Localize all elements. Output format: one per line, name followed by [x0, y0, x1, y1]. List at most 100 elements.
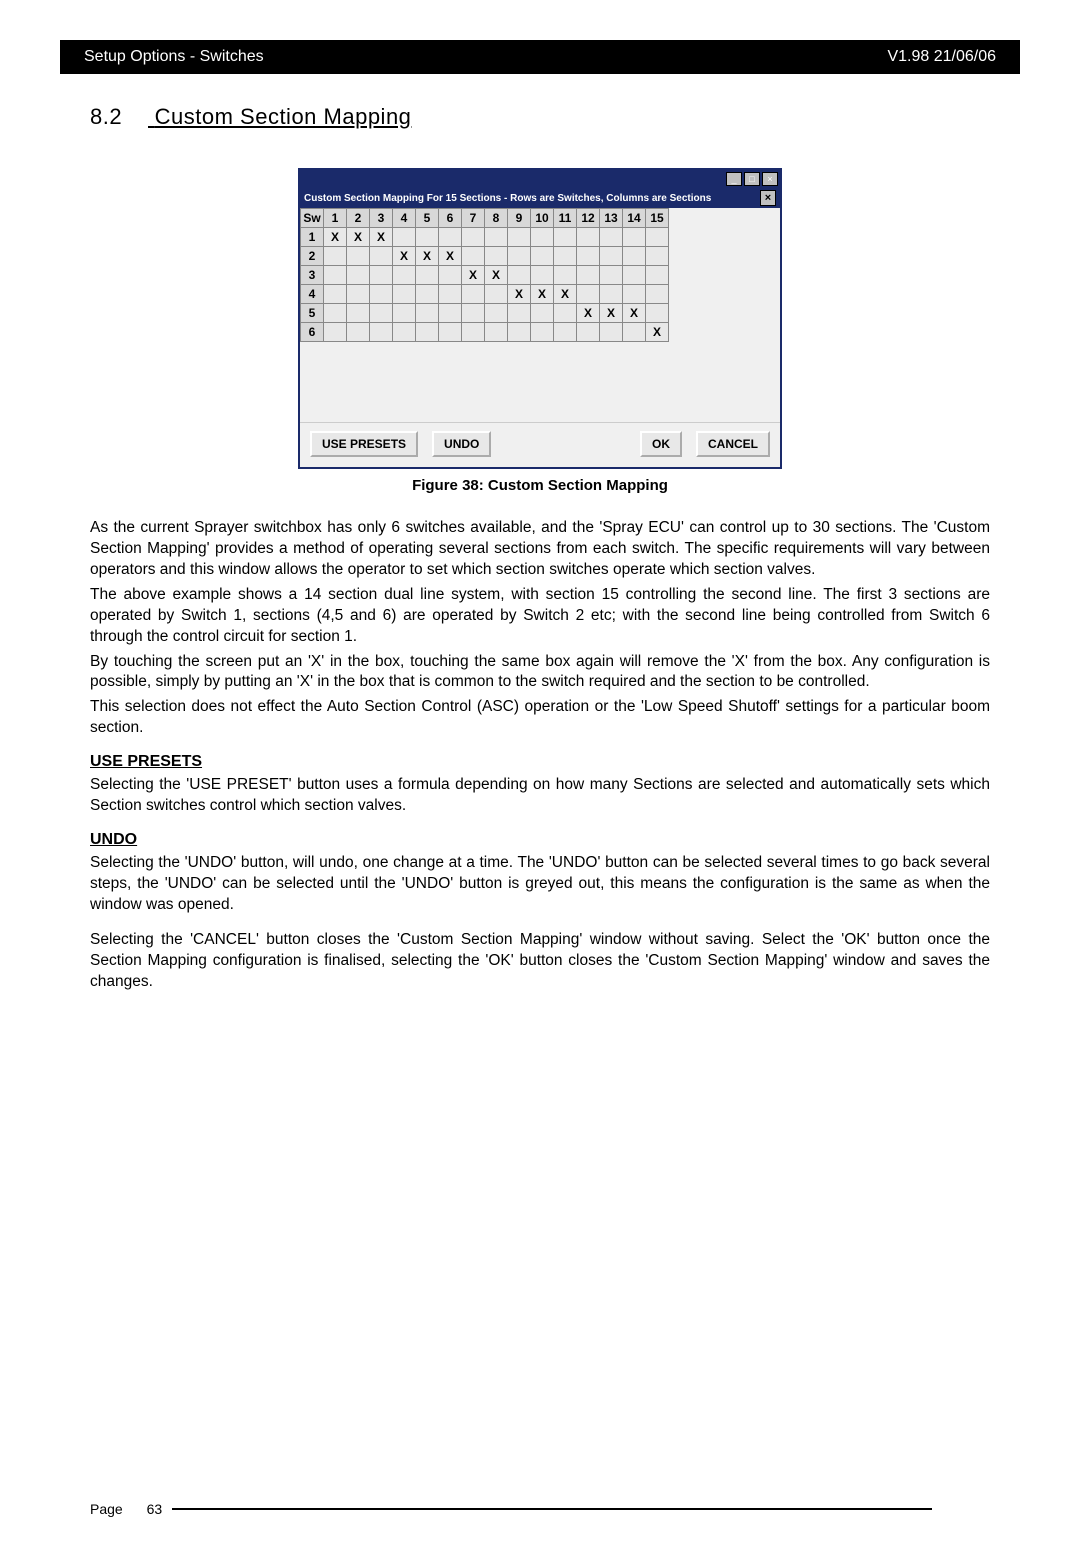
mapping-cell[interactable] [646, 285, 669, 304]
col-header: 9 [508, 209, 531, 228]
dialog-close-icon[interactable]: × [760, 190, 776, 206]
mapping-cell[interactable] [462, 285, 485, 304]
mapping-cell[interactable] [623, 228, 646, 247]
mapping-cell[interactable] [416, 323, 439, 342]
mapping-cell[interactable] [531, 323, 554, 342]
mapping-cell[interactable] [370, 247, 393, 266]
mapping-cell[interactable] [600, 247, 623, 266]
mapping-cell[interactable] [416, 285, 439, 304]
mapping-cell[interactable] [324, 304, 347, 323]
mapping-cell[interactable] [646, 228, 669, 247]
mapping-cell[interactable] [393, 285, 416, 304]
mapping-cell[interactable] [485, 304, 508, 323]
cancel-button[interactable]: CANCEL [696, 431, 770, 457]
mapping-cell[interactable] [439, 323, 462, 342]
mapping-cell[interactable] [347, 323, 370, 342]
mapping-cell[interactable] [623, 266, 646, 285]
mapping-cell[interactable] [462, 228, 485, 247]
mapping-cell[interactable] [646, 266, 669, 285]
mapping-cell[interactable] [416, 266, 439, 285]
mapping-cell[interactable] [347, 247, 370, 266]
mapping-cell[interactable] [531, 247, 554, 266]
mapping-cell[interactable] [462, 323, 485, 342]
mapping-cell[interactable] [347, 285, 370, 304]
mapping-cell[interactable] [393, 228, 416, 247]
mapping-cell[interactable] [324, 285, 347, 304]
mapping-cell[interactable] [370, 304, 393, 323]
mapping-cell[interactable] [600, 323, 623, 342]
mapping-cell[interactable] [646, 247, 669, 266]
mapping-cell[interactable] [577, 247, 600, 266]
mapping-cell[interactable]: X [531, 285, 554, 304]
mapping-cell[interactable] [347, 266, 370, 285]
mapping-cell[interactable]: X [600, 304, 623, 323]
mapping-cell[interactable]: X [623, 304, 646, 323]
mapping-cell[interactable] [393, 266, 416, 285]
mapping-cell[interactable]: X [554, 285, 577, 304]
mapping-cell[interactable] [600, 266, 623, 285]
mapping-cell[interactable] [439, 285, 462, 304]
mapping-cell[interactable] [623, 285, 646, 304]
mapping-cell[interactable] [416, 228, 439, 247]
mapping-cell[interactable] [554, 228, 577, 247]
mapping-cell[interactable] [554, 266, 577, 285]
mapping-cell[interactable] [600, 228, 623, 247]
mapping-cell[interactable] [324, 323, 347, 342]
minimize-icon[interactable]: _ [726, 172, 742, 186]
mapping-cell[interactable] [508, 247, 531, 266]
mapping-cell[interactable] [531, 228, 554, 247]
mapping-cell[interactable] [370, 266, 393, 285]
mapping-cell[interactable] [554, 304, 577, 323]
mapping-cell[interactable] [370, 285, 393, 304]
mapping-cell[interactable] [623, 323, 646, 342]
mapping-cell[interactable] [646, 304, 669, 323]
mapping-cell[interactable] [577, 228, 600, 247]
mapping-cell[interactable]: X [646, 323, 669, 342]
mapping-cell[interactable]: X [393, 247, 416, 266]
mapping-cell[interactable] [485, 285, 508, 304]
mapping-cell[interactable]: X [462, 266, 485, 285]
mapping-cell[interactable]: X [416, 247, 439, 266]
mapping-cell[interactable] [508, 266, 531, 285]
mapping-cell[interactable] [554, 247, 577, 266]
mapping-cell[interactable] [416, 304, 439, 323]
undo-button[interactable]: UNDO [432, 431, 491, 457]
mapping-cell[interactable] [577, 323, 600, 342]
mapping-cell[interactable]: X [347, 228, 370, 247]
mapping-cell[interactable] [531, 304, 554, 323]
mapping-cell[interactable] [508, 304, 531, 323]
mapping-cell[interactable] [531, 266, 554, 285]
mapping-cell[interactable] [439, 304, 462, 323]
mapping-cell[interactable] [554, 323, 577, 342]
mapping-cell[interactable] [370, 323, 393, 342]
mapping-cell[interactable]: X [577, 304, 600, 323]
mapping-cell[interactable] [600, 285, 623, 304]
mapping-cell[interactable]: X [439, 247, 462, 266]
mapping-cell[interactable] [439, 266, 462, 285]
mapping-cell[interactable]: X [485, 266, 508, 285]
mapping-cell[interactable] [577, 266, 600, 285]
mapping-cell[interactable] [577, 285, 600, 304]
use-presets-button[interactable]: USE PRESETS [310, 431, 418, 457]
mapping-cell[interactable] [393, 323, 416, 342]
maximize-icon[interactable]: □ [744, 172, 760, 186]
mapping-cell[interactable] [462, 304, 485, 323]
mapping-cell[interactable] [393, 304, 416, 323]
ok-button[interactable]: OK [640, 431, 682, 457]
mapping-cell[interactable] [347, 304, 370, 323]
mapping-cell[interactable] [485, 247, 508, 266]
close-icon[interactable]: × [762, 172, 778, 186]
mapping-cell[interactable] [508, 228, 531, 247]
mapping-cell[interactable] [623, 247, 646, 266]
mapping-cell[interactable] [508, 323, 531, 342]
mapping-cell[interactable] [485, 323, 508, 342]
mapping-cell[interactable] [324, 247, 347, 266]
mapping-cell[interactable] [462, 247, 485, 266]
mapping-cell[interactable] [439, 228, 462, 247]
mapping-cell[interactable] [324, 266, 347, 285]
mapping-cell[interactable]: X [508, 285, 531, 304]
mapping-cell[interactable]: X [324, 228, 347, 247]
col-header: 2 [347, 209, 370, 228]
mapping-cell[interactable] [485, 228, 508, 247]
mapping-cell[interactable]: X [370, 228, 393, 247]
